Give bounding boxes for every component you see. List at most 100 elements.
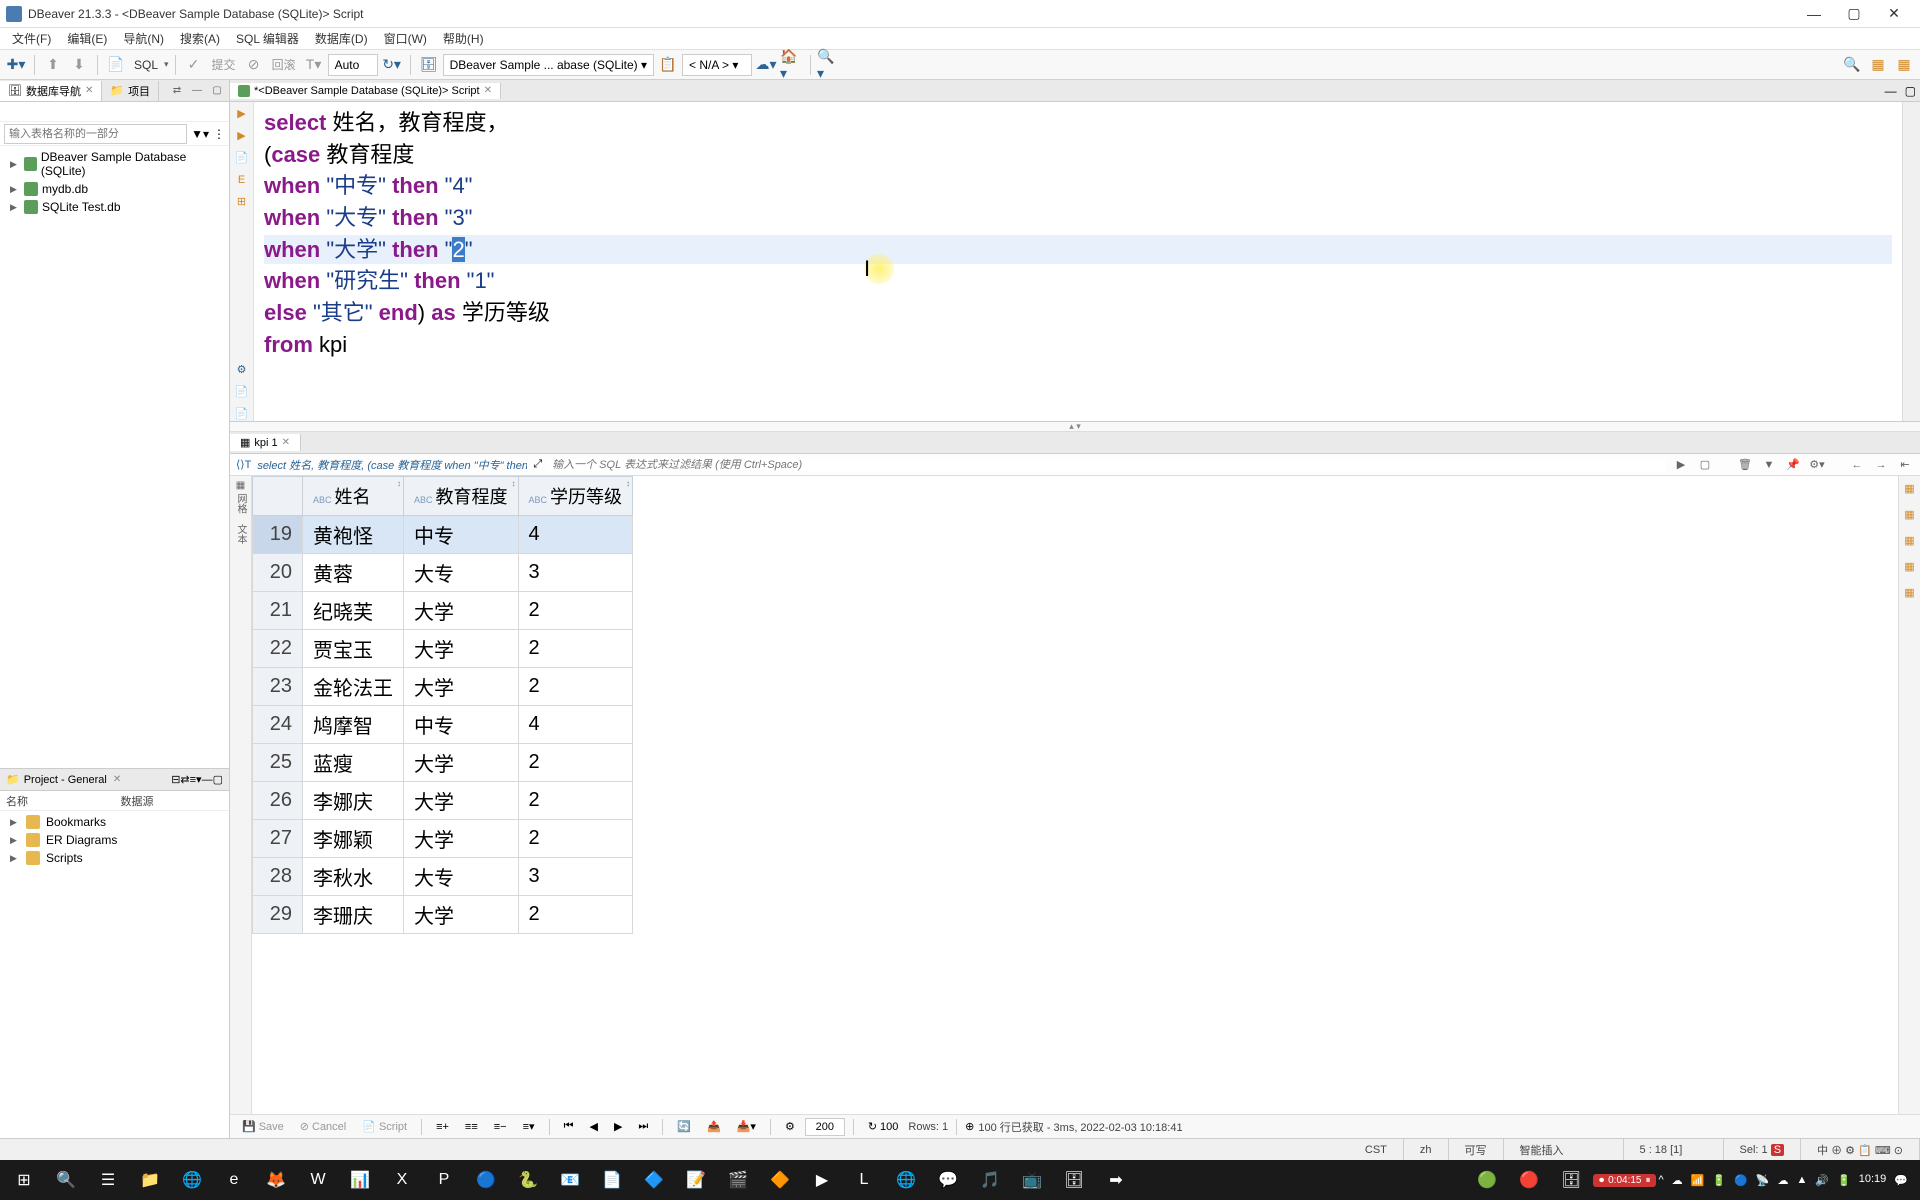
execute-new-icon[interactable]: ▶ bbox=[234, 128, 250, 144]
close-button[interactable]: ✕ bbox=[1874, 4, 1914, 24]
cell[interactable]: 大学 bbox=[404, 820, 519, 858]
row-number[interactable]: 21 bbox=[253, 592, 303, 630]
cell[interactable]: 中专 bbox=[404, 706, 519, 744]
link-icon[interactable]: ⇄ bbox=[180, 773, 189, 786]
table-row[interactable]: 19黄袍怪中专4 bbox=[253, 516, 633, 554]
tree-item-db[interactable]: ▶SQLite Test.db bbox=[0, 198, 229, 216]
explain-icon[interactable]: E bbox=[234, 172, 250, 188]
project-item-er[interactable]: ▶ER Diagrams bbox=[0, 831, 229, 849]
clock[interactable]: 10:19 bbox=[1859, 1173, 1887, 1186]
cell[interactable]: 大学 bbox=[404, 896, 519, 934]
maximize-icon[interactable]: ▢ bbox=[209, 83, 225, 99]
row-number[interactable]: 27 bbox=[253, 820, 303, 858]
app-icon[interactable]: 🦊 bbox=[256, 1160, 296, 1200]
sort-icon[interactable]: ▼ bbox=[1760, 456, 1778, 474]
col-edu[interactable]: ABC教育程度↕ bbox=[404, 477, 519, 516]
menu-help[interactable]: 帮助(H) bbox=[435, 28, 492, 49]
app-icon[interactable]: 🎬 bbox=[718, 1160, 758, 1200]
app-icon[interactable]: e bbox=[214, 1160, 254, 1200]
app-icon[interactable]: 🎵 bbox=[970, 1160, 1010, 1200]
table-row[interactable]: 20黄蓉大专3 bbox=[253, 554, 633, 592]
close-icon[interactable]: ✕ bbox=[113, 774, 121, 785]
db-tree[interactable]: ▶DBeaver Sample Database (SQLite) ▶mydb.… bbox=[0, 146, 229, 768]
app-icon[interactable]: P bbox=[424, 1160, 464, 1200]
filter-icon[interactable]: 🗑 bbox=[1736, 456, 1754, 474]
commit-button[interactable]: ✓ bbox=[182, 53, 206, 77]
import-icon[interactable]: 📥▾ bbox=[731, 1118, 762, 1135]
project-tree[interactable]: ▶Bookmarks ▶ER Diagrams ▶Scripts bbox=[0, 811, 229, 1138]
filter-icon[interactable]: ▼▾ bbox=[191, 127, 209, 141]
menu-navigate[interactable]: 导航(N) bbox=[115, 28, 172, 49]
prev-icon[interactable]: ◀ bbox=[583, 1118, 603, 1135]
app-icon[interactable]: ➡ bbox=[1096, 1160, 1136, 1200]
stop-icon[interactable]: ▢ bbox=[1696, 456, 1714, 474]
execute-icon[interactable]: ▶ bbox=[234, 106, 250, 122]
doc2-icon[interactable]: 📄 bbox=[234, 405, 250, 421]
table-row[interactable]: 22贾宝玉大学2 bbox=[253, 630, 633, 668]
table-row[interactable]: 28李秋水大专3 bbox=[253, 858, 633, 896]
cell[interactable]: 4 bbox=[518, 516, 633, 554]
rollback-button[interactable]: ⊘ bbox=[242, 53, 266, 77]
dropdown-icon[interactable]: ▾ bbox=[164, 59, 169, 70]
tree-item-db[interactable]: ▶mydb.db bbox=[0, 180, 229, 198]
recording-badge[interactable]: ⏺ 0:04:15 ⏸ bbox=[1593, 1174, 1656, 1187]
perspective-button[interactable]: ▦ bbox=[1892, 53, 1916, 77]
menu-search[interactable]: 搜索(A) bbox=[172, 28, 228, 49]
save-button[interactable]: 💾 Save bbox=[236, 1118, 290, 1135]
tab-db-navigator[interactable]: 🗄 数据库导航 ✕ bbox=[0, 81, 102, 101]
project-item-bookmarks[interactable]: ▶Bookmarks bbox=[0, 813, 229, 831]
app-icon[interactable]: W bbox=[298, 1160, 338, 1200]
dup-row-icon[interactable]: ≡≡ bbox=[459, 1119, 484, 1135]
add-row-icon[interactable]: ≡+ bbox=[430, 1119, 455, 1135]
tx-button[interactable]: T▾ bbox=[302, 53, 326, 77]
text-mode-button[interactable]: 文本 bbox=[233, 524, 248, 544]
nav-fwd-button[interactable]: ⬇ bbox=[67, 53, 91, 77]
table-row[interactable]: 23金轮法王大学2 bbox=[253, 668, 633, 706]
schema-combo[interactable]: < N/A > ▾ bbox=[682, 54, 752, 76]
cell[interactable]: 2 bbox=[518, 668, 633, 706]
app-icon[interactable]: 🔷 bbox=[634, 1160, 674, 1200]
app-icon[interactable]: 🌐 bbox=[886, 1160, 926, 1200]
app-icon[interactable]: 🗄 bbox=[1054, 1160, 1094, 1200]
row-number[interactable]: 28 bbox=[253, 858, 303, 896]
editor-splitter[interactable]: ▴ ▾ bbox=[230, 422, 1920, 432]
maximize-icon[interactable]: ▢ bbox=[213, 773, 223, 786]
nav-end-icon[interactable]: ⇤ bbox=[1896, 456, 1914, 474]
menu-file[interactable]: 文件(F) bbox=[4, 28, 59, 49]
cell[interactable]: 3 bbox=[518, 554, 633, 592]
taskview-button[interactable]: ☰ bbox=[88, 1160, 128, 1200]
config-icon[interactable]: ≡▾ bbox=[190, 773, 202, 786]
last-icon[interactable]: ⏭ bbox=[632, 1118, 654, 1135]
cell[interactable]: 2 bbox=[518, 896, 633, 934]
nav-prev-icon[interactable]: ← bbox=[1848, 456, 1866, 474]
table-row[interactable]: 29李珊庆大学2 bbox=[253, 896, 633, 934]
maximize-icon[interactable]: ▢ bbox=[1901, 84, 1920, 98]
cell[interactable]: 纪晓芙 bbox=[303, 592, 404, 630]
nav-next-icon[interactable]: → bbox=[1872, 456, 1890, 474]
maximize-button[interactable]: ▢ bbox=[1834, 4, 1874, 24]
tab-projects[interactable]: 📁 项目 bbox=[102, 81, 159, 101]
panels-icon[interactable]: ▦ bbox=[1902, 480, 1918, 496]
cloud-button[interactable]: ☁▾ bbox=[754, 53, 778, 77]
col-name[interactable]: ABC姓名↕ bbox=[303, 477, 404, 516]
cell[interactable]: 大学 bbox=[404, 592, 519, 630]
plan-icon[interactable]: ⊞ bbox=[234, 194, 250, 210]
table-row[interactable]: 21纪晓芙大学2 bbox=[253, 592, 633, 630]
calc-icon[interactable]: ▦ bbox=[1902, 532, 1918, 548]
execute-script-icon[interactable]: 📄 bbox=[234, 150, 250, 166]
pin-icon[interactable]: 📌 bbox=[1784, 456, 1802, 474]
minimize-button[interactable]: — bbox=[1794, 4, 1834, 24]
close-icon[interactable]: ✕ bbox=[484, 85, 492, 96]
cell[interactable]: 4 bbox=[518, 706, 633, 744]
tray-icon[interactable]: 🔴 bbox=[1509, 1160, 1549, 1200]
filter-input[interactable] bbox=[548, 459, 1666, 471]
tray-icon[interactable]: 🗄 bbox=[1551, 1160, 1591, 1200]
export-icon[interactable]: 📤 bbox=[701, 1118, 727, 1135]
del-row-icon[interactable]: ≡− bbox=[488, 1119, 513, 1135]
app-icon[interactable]: 💬 bbox=[928, 1160, 968, 1200]
ime-indicator[interactable]: 中 ⊕ ⚙ 📋 ⌨ ⊙ bbox=[1801, 1139, 1920, 1160]
doc-icon[interactable]: 📄 bbox=[234, 383, 250, 399]
search-button[interactable]: 🔍▾ bbox=[817, 53, 841, 77]
table-row[interactable]: 25蓝瘦大学2 bbox=[253, 744, 633, 782]
cell[interactable]: 李秋水 bbox=[303, 858, 404, 896]
